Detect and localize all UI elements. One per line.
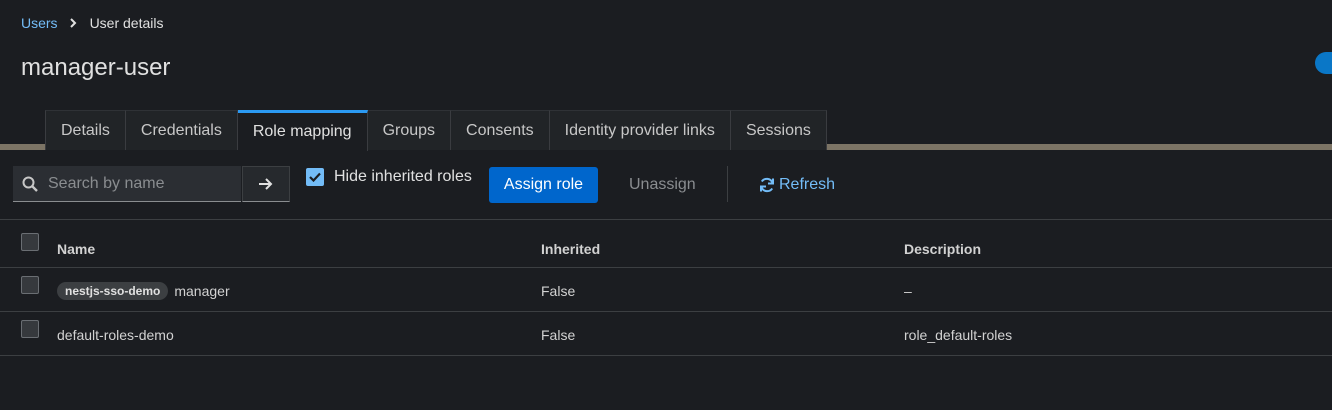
- tab-bar: Details Credentials Role mapping Groups …: [0, 110, 1332, 151]
- tab-consents[interactable]: Consents: [451, 110, 550, 150]
- description-cell: –: [904, 283, 912, 299]
- chevron-right-icon: [64, 14, 82, 32]
- hide-inherited-label: Hide inherited roles: [334, 168, 472, 185]
- column-header-description: Description: [904, 241, 982, 257]
- hide-inherited-checkbox[interactable]: [306, 168, 324, 186]
- role-table: Name Inherited Description nestjs-sso-de…: [0, 219, 1332, 356]
- breadcrumb: Users User details: [21, 14, 163, 32]
- toolbar-divider: [727, 166, 728, 202]
- column-header-name[interactable]: Name: [57, 241, 95, 257]
- column-header-inherited: Inherited: [541, 241, 601, 257]
- role-name: default-roles-demo: [57, 327, 174, 343]
- row-checkbox[interactable]: [21, 320, 39, 338]
- search-icon: [22, 176, 38, 192]
- check-icon: [309, 172, 321, 182]
- select-all-checkbox[interactable]: [21, 233, 39, 251]
- tab-identity-provider-links[interactable]: Identity provider links: [549, 110, 731, 150]
- tab-groups[interactable]: Groups: [367, 110, 452, 150]
- table-row: nestjs-sso-demo manager False –: [0, 268, 1332, 312]
- breadcrumb-current: User details: [89, 15, 164, 31]
- unassign-button[interactable]: Unassign: [613, 167, 712, 203]
- refresh-button[interactable]: Refresh: [759, 167, 835, 203]
- tab-details[interactable]: Details: [45, 110, 126, 150]
- row-checkbox[interactable]: [21, 276, 39, 294]
- hide-inherited-toggle[interactable]: Hide inherited roles: [306, 168, 472, 186]
- table-row: default-roles-demo False role_default-ro…: [0, 312, 1332, 356]
- search-input[interactable]: [46, 173, 235, 194]
- search-box: [13, 166, 241, 202]
- client-badge: nestjs-sso-demo: [57, 282, 169, 300]
- tab-sessions[interactable]: Sessions: [730, 110, 827, 150]
- role-toolbar: Hide inherited roles Assign role Unassig…: [13, 166, 1313, 204]
- inherited-cell: False: [541, 327, 576, 343]
- breadcrumb-users-link[interactable]: Users: [21, 15, 58, 31]
- table-header-row: Name Inherited Description: [0, 219, 1332, 268]
- arrow-right-icon: [259, 178, 273, 190]
- role-name-cell: default-roles-demo: [57, 327, 174, 343]
- inherited-cell: False: [541, 283, 576, 299]
- tab-credentials[interactable]: Credentials: [125, 110, 238, 150]
- assign-role-button[interactable]: Assign role: [489, 167, 598, 203]
- role-name: manager: [174, 283, 230, 299]
- enabled-toggle[interactable]: [1315, 52, 1332, 74]
- refresh-label: Refresh: [779, 176, 836, 193]
- page-title: manager-user: [21, 54, 171, 81]
- refresh-icon: [759, 177, 775, 193]
- search-submit-button[interactable]: [242, 166, 290, 202]
- role-name-cell: nestjs-sso-demo manager: [57, 282, 230, 301]
- tab-role-mapping[interactable]: Role mapping: [237, 110, 368, 151]
- description-cell: role_default-roles: [904, 327, 1013, 343]
